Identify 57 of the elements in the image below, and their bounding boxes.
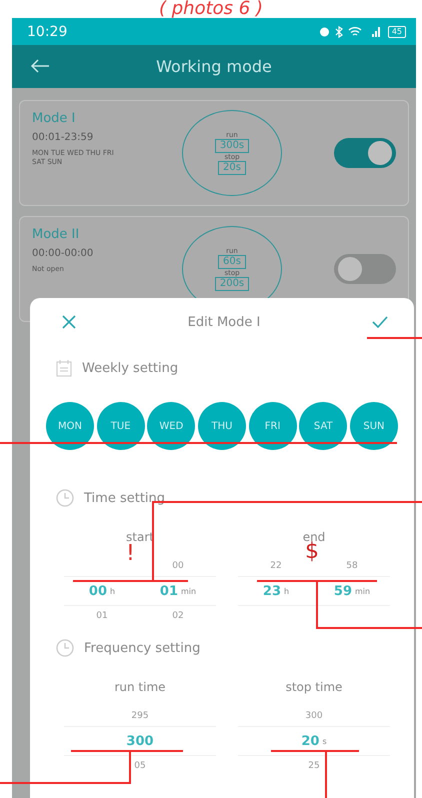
mode-switch[interactable] <box>334 138 396 168</box>
clock-icon <box>56 639 74 657</box>
back-arrow-icon[interactable] <box>30 58 50 74</box>
battery-icon: 45 <box>388 26 406 38</box>
picker-option[interactable]: 300 <box>305 706 323 726</box>
section-label: Weekly setting <box>82 360 178 376</box>
picker-value[interactable]: 59 <box>334 584 352 598</box>
unit-label: h <box>284 586 290 596</box>
day-toggle[interactable]: FRI <box>248 402 297 450</box>
day-toggle[interactable]: SUN <box>350 402 398 450</box>
check-icon[interactable] <box>372 316 388 328</box>
leader-line <box>367 337 422 339</box>
wifi-icon <box>348 26 362 37</box>
run-value: 300s <box>214 139 250 153</box>
day-toggle[interactable]: WED <box>147 402 196 450</box>
run-value: 60s <box>218 255 246 269</box>
mode-title: Mode I <box>32 111 76 126</box>
picker-option[interactable]: 02 <box>172 606 184 626</box>
day-toggle[interactable]: THU <box>198 402 246 450</box>
annotation-text: ( photos 6 ) <box>159 0 263 18</box>
close-icon[interactable] <box>62 315 76 329</box>
calendar-icon <box>56 360 72 376</box>
picker-value[interactable]: 300 <box>126 734 154 748</box>
picker-option[interactable]: 25 <box>308 756 320 776</box>
picker-value[interactable]: 01 <box>160 584 178 598</box>
unit-label: min <box>355 586 370 596</box>
column-label: run time <box>114 680 166 694</box>
unit-label: h <box>110 586 116 596</box>
mode-time-range: 00:00-00:00 <box>32 248 94 259</box>
picker-option[interactable]: 05 <box>134 756 146 776</box>
column-label: start <box>126 530 154 544</box>
picker-option[interactable]: 22 <box>270 556 282 576</box>
mode-switch[interactable] <box>334 254 396 284</box>
clock-icon <box>56 489 74 507</box>
stop-value: 200s <box>214 277 250 291</box>
picker-value[interactable]: 23 <box>262 584 281 598</box>
mode-title: Mode II <box>32 227 80 242</box>
bluetooth-icon <box>334 26 343 38</box>
column-label: stop time <box>286 680 342 694</box>
screen-title: Working mode <box>156 57 272 76</box>
status-time: 10:29 <box>27 24 68 40</box>
annotation-mark: ! <box>126 541 135 566</box>
stop-value: 20s <box>218 161 246 175</box>
day-toggle[interactable]: MON <box>46 402 94 450</box>
picker-value[interactable]: 00 <box>88 584 107 598</box>
mode-time-range: 00:01-23:59 <box>32 132 94 143</box>
day-toggle[interactable]: SAT <box>299 402 348 450</box>
picker-option[interactable]: 01 <box>96 606 108 626</box>
picker-option[interactable]: 58 <box>346 556 358 576</box>
picker-option[interactable]: 00 <box>172 556 184 576</box>
section-label: Time setting <box>84 490 166 506</box>
picker-value[interactable]: 20 <box>301 734 320 748</box>
unit-label: min <box>181 586 196 596</box>
section-label: Frequency setting <box>84 640 200 656</box>
picker-option[interactable]: 295 <box>131 706 149 726</box>
day-toggle[interactable]: TUE <box>96 402 145 450</box>
unit-label: s <box>322 736 327 746</box>
